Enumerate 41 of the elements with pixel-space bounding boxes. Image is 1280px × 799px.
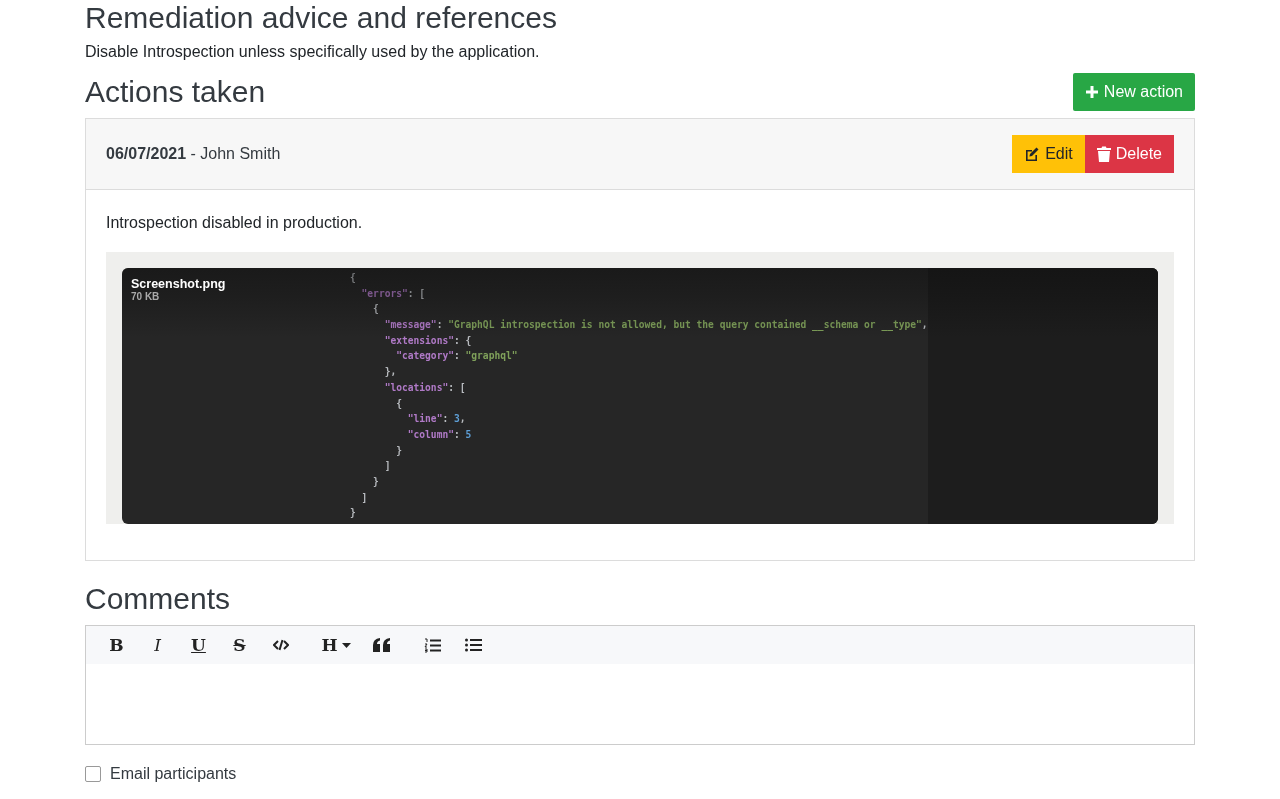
checkbox[interactable] — [85, 766, 101, 782]
code-line: ] — [383, 459, 392, 474]
code-line: } — [372, 474, 380, 489]
action-meta: 06/07/2021 - John Smith — [106, 145, 281, 163]
code-line: } — [350, 506, 357, 521]
strike-button[interactable]: S — [219, 630, 260, 660]
underline-button[interactable]: U — [178, 630, 219, 660]
heading-button[interactable]: H — [311, 630, 361, 660]
ordered-list-icon — [424, 637, 441, 653]
code-icon — [272, 639, 289, 651]
code-line: "extensions": { — [383, 333, 473, 348]
edit-icon — [1024, 146, 1041, 162]
code-line: { — [350, 271, 357, 285]
code-line: "line": 3, — [406, 412, 467, 427]
code-line: "errors": [ — [360, 286, 427, 301]
section-heading: Actions taken — [85, 74, 266, 110]
code-line: } — [395, 443, 403, 458]
trash-icon — [1096, 146, 1111, 162]
bullet-list-icon — [465, 638, 482, 652]
code-line: { — [395, 396, 403, 411]
remediation-text: Disable Introspection unless specifically used by the application. — [85, 42, 541, 62]
quote-icon — [373, 638, 390, 652]
code-line: "message": "GraphQL introspection is not allowed, but the query contained __schema or __type", — [383, 318, 928, 333]
code-line: "column": 5 — [406, 427, 473, 442]
delete-button[interactable]: Delete — [1084, 135, 1174, 173]
code-line: "locations": [ — [383, 380, 467, 395]
edit-button[interactable]: Edit — [1012, 135, 1085, 173]
section-heading: Comments — [85, 581, 232, 617]
code-line: }, — [383, 365, 398, 380]
code-line: ] — [360, 490, 369, 505]
action-text: Introspection disabled in production. — [106, 213, 364, 233]
code-line: { — [372, 302, 380, 317]
section-heading: Remediation advice and references — [85, 0, 558, 36]
file-name: Screenshot.png — [131, 277, 226, 291]
file-size: 70 KB — [131, 291, 161, 302]
plus-icon — [1084, 85, 1099, 99]
bold-button[interactable]: B — [96, 630, 137, 660]
code-line: "category": "graphql" — [395, 349, 519, 364]
caret-icon — [341, 642, 351, 648]
checkbox-label: Email participants — [110, 765, 237, 783]
italic-button[interactable]: I — [137, 630, 178, 660]
